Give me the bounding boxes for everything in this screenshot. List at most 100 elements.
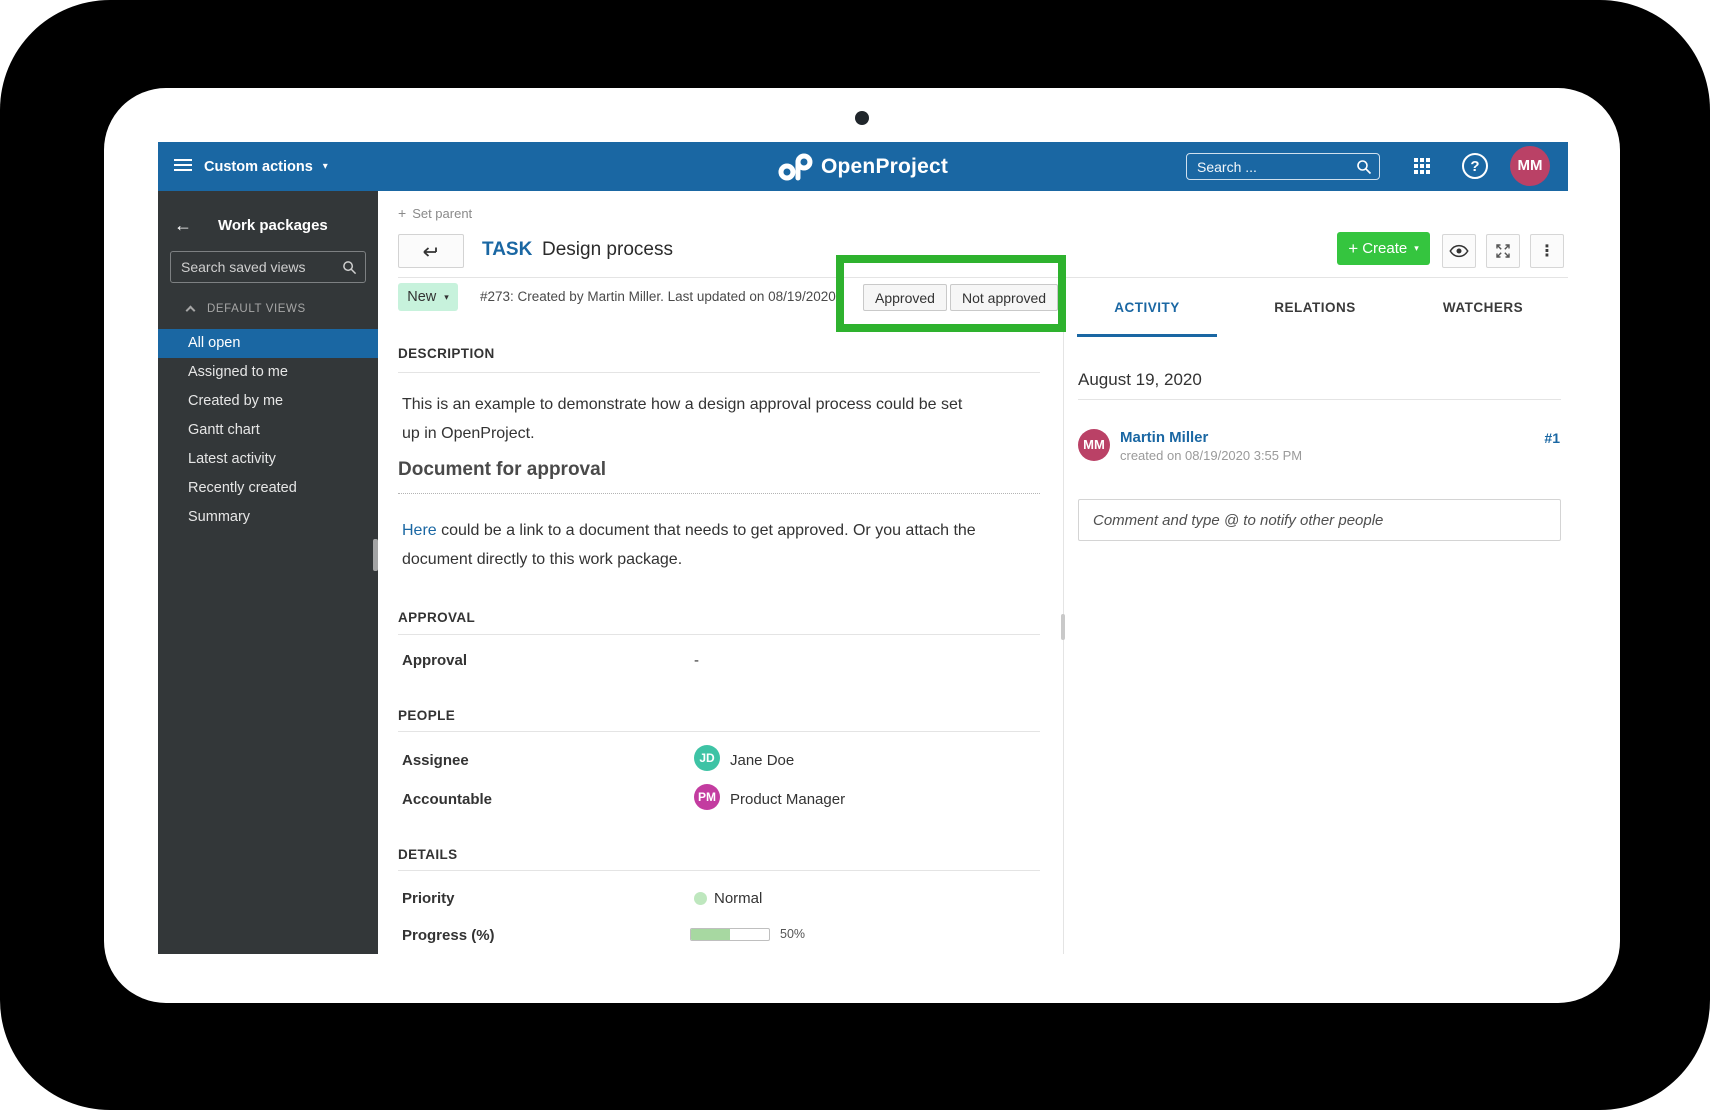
divider [398, 372, 1040, 373]
activity-author-name[interactable]: Martin Miller [1120, 429, 1208, 446]
sidebar-items: All open Assigned to me Created by me Ga… [158, 329, 378, 532]
plus-icon: + [1348, 238, 1359, 258]
custom-actions-menu[interactable]: Custom actions ▾ [204, 142, 328, 191]
sidebar-item-created-by-me[interactable]: Created by me [158, 387, 378, 416]
create-label: Create [1362, 240, 1408, 257]
description-text-2[interactable]: Here could be a link to a document that … [402, 516, 1042, 574]
divider [398, 870, 1040, 871]
comment-box [1078, 499, 1561, 541]
eye-icon [1449, 244, 1469, 258]
assignee-avatar[interactable]: JD [694, 745, 720, 771]
assignee-name[interactable]: Jane Doe [730, 752, 794, 769]
work-package-type: TASK [482, 239, 533, 260]
detail-tabs: ACTIVITY RELATIONS WATCHERS [1063, 277, 1568, 337]
back-arrow-icon[interactable]: ← [174, 215, 192, 236]
approval-heading: APPROVAL [398, 610, 476, 625]
progress-bar[interactable] [690, 928, 770, 941]
sidebar-item-assigned-to-me[interactable]: Assigned to me [158, 358, 378, 387]
work-package-meta: #273: Created by Martin Miller. Last upd… [480, 289, 838, 304]
menu-icon[interactable] [174, 159, 192, 173]
accountable-label: Accountable [402, 791, 493, 808]
apps-grid-icon[interactable] [1414, 158, 1431, 175]
details-heading: DETAILS [398, 847, 458, 862]
dotted-divider [398, 493, 1040, 494]
divider [398, 634, 1040, 635]
chevron-down-icon: ▾ [322, 161, 328, 172]
sidebar-item-recently-created[interactable]: Recently created [158, 474, 378, 503]
sidebar-item-summary[interactable]: Summary [158, 503, 378, 532]
kebab-icon: ⋮ [1539, 243, 1555, 260]
not-approved-button[interactable]: Not approved [950, 284, 1059, 311]
saved-views-search-input[interactable] [171, 252, 365, 282]
search-icon [1357, 160, 1372, 175]
logo-text: OpenProject [820, 154, 949, 178]
saved-views-search [170, 251, 366, 283]
set-parent-link[interactable]: + Set parent [398, 205, 472, 221]
arrow-back-icon [423, 247, 437, 257]
divider [1078, 399, 1561, 400]
accountable-name[interactable]: Product Manager [730, 791, 845, 808]
sidebar-item-latest-activity[interactable]: Latest activity [158, 445, 378, 474]
global-search-input[interactable] [1187, 154, 1379, 179]
user-avatar[interactable]: MM [1510, 146, 1550, 186]
watch-button[interactable] [1442, 234, 1476, 268]
tab-relations[interactable]: RELATIONS [1231, 277, 1399, 337]
activity-entry-number[interactable]: #1 [1544, 430, 1560, 446]
sidebar-item-gantt-chart[interactable]: Gantt chart [158, 416, 378, 445]
default-views-label: DEFAULT VIEWS [207, 303, 306, 315]
activity-author-avatar[interactable]: MM [1078, 429, 1110, 461]
help-icon[interactable]: ? [1462, 153, 1488, 179]
back-to-list-button[interactable] [398, 234, 464, 268]
plus-icon: + [398, 205, 407, 221]
custom-actions-label: Custom actions [204, 158, 313, 175]
sidebar-header: ← Work packages [158, 191, 378, 236]
default-views-section[interactable]: DEFAULT VIEWS [158, 303, 306, 316]
activity-date-header: August 19, 2020 [1078, 370, 1202, 389]
description-heading: DESCRIPTION [398, 346, 495, 361]
assignee-label: Assignee [402, 752, 469, 769]
progress-bar-fill [691, 929, 730, 940]
approval-value[interactable]: - [694, 652, 699, 669]
chevron-up-icon [185, 305, 196, 316]
comment-input[interactable] [1079, 500, 1560, 540]
tab-activity[interactable]: ACTIVITY [1063, 277, 1231, 337]
description-text-2-rest: could be a link to a document that needs… [402, 522, 976, 568]
description-subheading: Document for approval [398, 459, 606, 480]
priority-dot-icon [694, 892, 707, 905]
openproject-logo-mark [778, 153, 813, 180]
activity-entry-meta: created on 08/19/2020 3:55 PM [1120, 448, 1303, 463]
sidebar: ← Work packages DEFAULT VIEWS All open A… [158, 191, 378, 954]
tab-watchers[interactable]: WATCHERS [1399, 277, 1567, 337]
document-link[interactable]: Here [402, 522, 437, 539]
top-header: Custom actions ▾ OpenProject Search ... … [158, 142, 1568, 191]
expand-icon [1496, 244, 1510, 258]
create-button[interactable]: + Create ▾ [1337, 232, 1430, 265]
fullscreen-button[interactable] [1486, 234, 1520, 268]
camera-dot [855, 111, 869, 125]
device-bezel: Custom actions ▾ OpenProject Search ... … [104, 88, 1620, 1003]
description-text[interactable]: This is an example to demonstrate how a … [402, 390, 980, 448]
approval-label: Approval [402, 652, 468, 669]
search-icon [343, 261, 357, 275]
status-value: New [407, 289, 437, 305]
chevron-down-icon: ▾ [444, 291, 449, 302]
sidebar-item-all-open[interactable]: All open [158, 329, 378, 358]
divider [398, 731, 1040, 732]
priority-value[interactable]: Normal [714, 890, 762, 907]
chevron-down-icon: ▾ [1414, 243, 1419, 253]
device-frame: Custom actions ▾ OpenProject Search ... … [0, 0, 1710, 1110]
priority-label: Priority [402, 890, 455, 907]
approved-button[interactable]: Approved [863, 284, 947, 311]
more-actions-button[interactable]: ⋮ [1530, 234, 1564, 268]
progress-label: Progress (%) [402, 927, 495, 944]
panel-scrollbar-thumb[interactable] [1061, 614, 1065, 640]
openproject-logo: OpenProject [778, 142, 948, 191]
work-package-title[interactable]: Design process [542, 239, 673, 261]
status-dropdown[interactable]: New ▾ [398, 283, 458, 311]
people-heading: PEOPLE [398, 708, 456, 723]
accountable-avatar[interactable]: PM [694, 784, 720, 810]
sidebar-scrollbar-thumb[interactable] [373, 539, 378, 571]
set-parent-label: Set parent [412, 206, 473, 221]
app-window: Custom actions ▾ OpenProject Search ... … [158, 142, 1568, 954]
global-search [1186, 153, 1380, 180]
